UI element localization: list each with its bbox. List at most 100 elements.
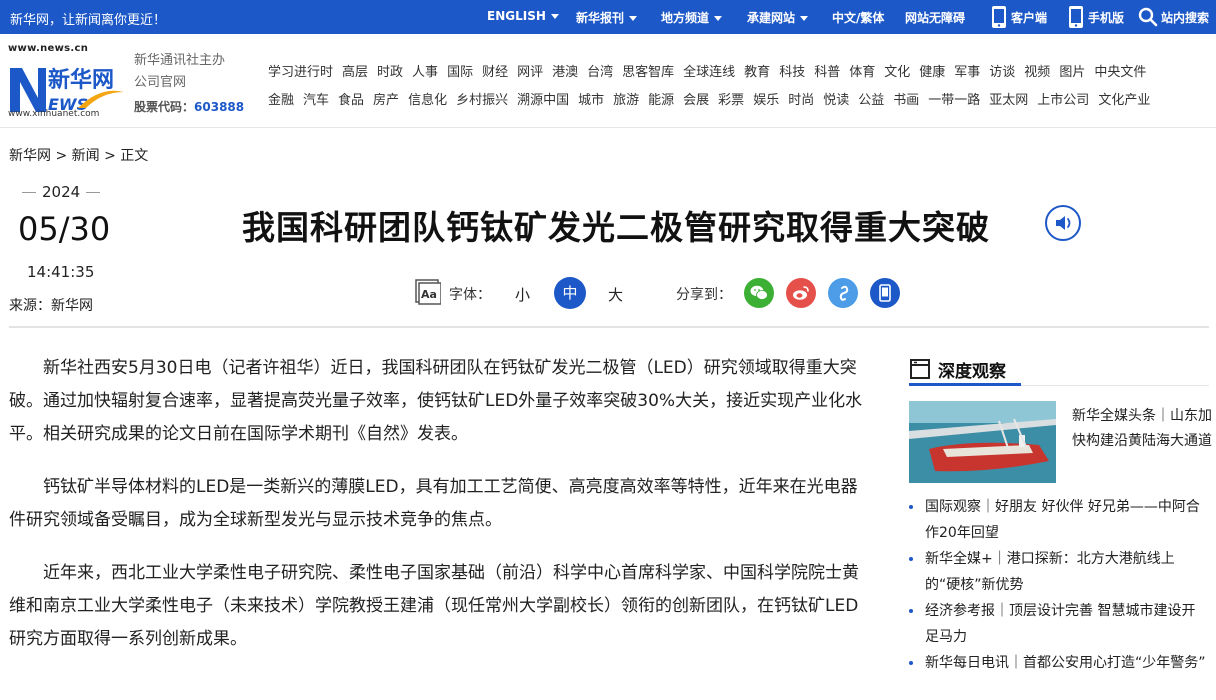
nav-item[interactable]: 彩票 (718, 93, 744, 108)
nav-item[interactable]: 访谈 (989, 65, 1015, 80)
sidebar-list: 国际观察｜好朋友 好伙伴 好兄弟——中阿合作20年回望 新华全媒+｜港口探新：北… (909, 494, 1209, 676)
chevron-down-icon (550, 14, 559, 19)
nav-item[interactable]: 健康 (919, 65, 945, 80)
stock-label: 股票代码： (134, 100, 195, 114)
nav-item[interactable]: 旅游 (613, 93, 639, 108)
nav-item[interactable]: 体育 (849, 65, 875, 80)
nav-item[interactable]: 书画 (893, 93, 919, 108)
nav-item[interactable]: 财经 (482, 65, 508, 80)
svg-text:Aa: Aa (421, 288, 437, 301)
zh-traditional-link[interactable]: 中文/繁体 (832, 9, 884, 26)
affiliates-label: 承建网站 (747, 11, 796, 25)
nav-item[interactable]: 信息化 (408, 93, 447, 108)
newspapers-link[interactable]: 新华报刊 (576, 9, 638, 26)
font-small-button[interactable]: 小 (515, 284, 530, 305)
nav-item[interactable]: 能源 (648, 93, 674, 108)
mobile-icon[interactable] (870, 278, 900, 308)
feature-headline[interactable]: 新华全媒头条｜山东加快构建沿黄陆海大通道 (1072, 404, 1212, 454)
font-medium-button[interactable]: 中 (554, 277, 586, 309)
nav-item[interactable]: 思客智库 (622, 65, 674, 80)
publish-date: 05/30 (18, 210, 111, 248)
nav-item[interactable]: 汽车 (303, 93, 329, 108)
stock-number[interactable]: 603888 (194, 100, 244, 114)
nav-item[interactable]: 乡村振兴 (456, 93, 508, 108)
feature-image[interactable] (909, 401, 1056, 483)
breadcrumb-home[interactable]: 新华网 (9, 148, 51, 164)
nav-item[interactable]: 食品 (338, 93, 364, 108)
stock-code: 股票代码：603888 (134, 98, 244, 115)
svg-text:新华网: 新华网 (48, 67, 114, 93)
font-size-label: 字体： (449, 287, 491, 303)
english-link[interactable]: ENGLISH (487, 9, 559, 23)
nav-item[interactable]: 时尚 (788, 93, 814, 108)
nav-item[interactable]: 房产 (373, 93, 399, 108)
nav-item[interactable]: 悦读 (823, 93, 849, 108)
nav-item[interactable]: 上市公司 (1037, 93, 1089, 108)
breadcrumb-section[interactable]: 新闻 (72, 148, 100, 164)
nav-item[interactable]: 教育 (744, 65, 770, 80)
divider (22, 192, 36, 193)
mobile-link[interactable]: 手机版 (1088, 9, 1124, 26)
nav-item[interactable]: 文化 (884, 65, 910, 80)
nav-item[interactable]: 一带一路 (928, 93, 980, 108)
list-item[interactable]: 经济参考报｜顶层设计完善 智慧城市建设开足马力 (909, 598, 1209, 650)
nav-item[interactable]: 高层 (342, 65, 368, 80)
font-large-button[interactable]: 大 (608, 284, 623, 305)
nav-item[interactable]: 军事 (954, 65, 980, 80)
app-phone-icon[interactable] (990, 5, 1008, 33)
font-size-icon: Aa (415, 279, 442, 305)
nav-item[interactable]: 网评 (517, 65, 543, 80)
accessibility-link[interactable]: 网站无障碍 (905, 9, 965, 26)
nav-item[interactable]: 会展 (683, 93, 709, 108)
publish-time: 14:41:35 (27, 263, 95, 281)
list-item[interactable]: 国际观察｜好朋友 好伙伴 好兄弟——中阿合作20年回望 (909, 494, 1209, 546)
chevron-down-icon (714, 16, 723, 21)
site-search-link[interactable]: 站内搜索 (1161, 9, 1209, 26)
chevron-down-icon (800, 16, 809, 21)
article-paragraph: 近年来，西北工业大学柔性电子研究院、柔性电子国家基础（前沿）科学中心首席科学家、… (9, 563, 859, 649)
org-line2: 公司官网 (134, 75, 187, 90)
share-label: 分享到： (676, 287, 732, 303)
nav-item[interactable]: 全球连线 (683, 65, 735, 80)
nav-item[interactable]: 台湾 (587, 65, 613, 80)
book-icon (909, 358, 931, 380)
search-icon[interactable] (1138, 7, 1158, 31)
nav-item[interactable]: 学习进行时 (268, 65, 333, 80)
nav-item[interactable]: 港澳 (552, 65, 578, 80)
affiliates-link[interactable]: 承建网站 (747, 9, 809, 26)
nav-item[interactable]: 城市 (578, 93, 604, 108)
list-item[interactable]: 新华每日电讯｜首都公安用心打造“少年警务” (909, 650, 1209, 676)
nav-item[interactable]: 亚太网 (989, 93, 1028, 108)
nav-item[interactable]: 溯源中国 (517, 93, 569, 108)
nav-item[interactable]: 人事 (412, 65, 438, 80)
nav-item[interactable]: 金融 (268, 93, 294, 108)
list-item[interactable]: 新华全媒+｜港口探新：北方大港航线上的“硬核”新优势 (909, 546, 1209, 598)
newspapers-label: 新华报刊 (576, 11, 625, 25)
weibo-icon[interactable] (786, 278, 816, 308)
org-info: 新华通讯社主办 公司官网 (134, 50, 225, 94)
mobile-phone-icon[interactable] (1067, 5, 1085, 33)
title-divider (9, 326, 1209, 328)
link-icon[interactable] (828, 278, 858, 308)
nav-item[interactable]: 中央文件 (1094, 65, 1146, 80)
nav-item[interactable]: 时政 (377, 65, 403, 80)
nav-item[interactable]: 公益 (858, 93, 884, 108)
sidebar-heading-text: 深度观察 (938, 362, 1006, 382)
breadcrumb: 新华网 > 新闻 > 正文 (9, 145, 148, 165)
publish-year: 2024 (22, 183, 100, 201)
client-link[interactable]: 客户端 (1011, 9, 1047, 26)
nav-item[interactable]: 国际 (447, 65, 473, 80)
nav-item[interactable]: 科普 (814, 65, 840, 80)
nav-item[interactable]: 视频 (1024, 65, 1050, 80)
speaker-icon[interactable] (1045, 205, 1081, 241)
logo-url-bottom: www.xinhuanet.com (8, 109, 100, 119)
nav-item[interactable]: 文化产业 (1098, 93, 1150, 108)
divider (86, 192, 100, 193)
nav-item[interactable]: 科技 (779, 65, 805, 80)
heading-underline (909, 383, 1021, 386)
nav-item[interactable]: 娱乐 (753, 93, 779, 108)
regional-link[interactable]: 地方频道 (661, 9, 723, 26)
nav-item[interactable]: 图片 (1059, 65, 1085, 80)
top-bar: 新华网，让新闻离你更近！ ENGLISH 新华报刊 地方频道 承建网站 中文/繁… (0, 0, 1216, 34)
wechat-icon[interactable] (744, 278, 774, 308)
